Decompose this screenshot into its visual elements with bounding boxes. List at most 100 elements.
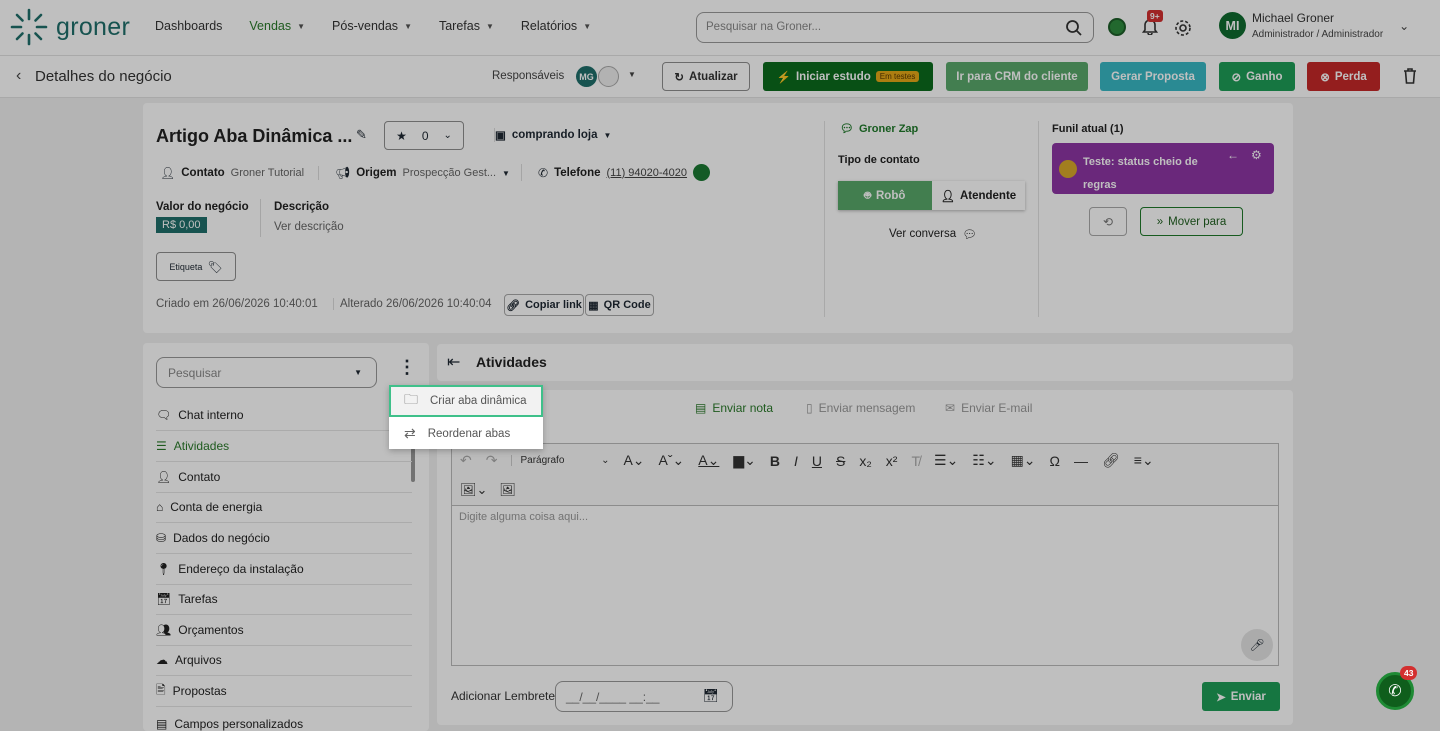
global-search[interactable]: Pesquisar na Groner...: [696, 12, 1094, 43]
sidebar-item-label: Endereço da instalação: [178, 562, 304, 576]
editor-toolbar: ↶ ↷ Parágrafo ⌄ A⌄ Aˇ⌄ A⌄ ▆⌄ B I U S x₂ x…: [452, 444, 1278, 506]
nav-vendas[interactable]: Vendas ▼: [249, 19, 305, 33]
editor-placeholder[interactable]: Digite alguma coisa aqui...: [459, 511, 588, 523]
stage-select[interactable]: ▣ comprando loja ▼: [494, 128, 611, 142]
back-arrow-icon[interactable]: ‹: [16, 67, 21, 85]
megaphone-icon: 📢︎: [335, 166, 351, 180]
link-icon[interactable]: 🔗︎: [1102, 452, 1120, 469]
collapse-left-icon[interactable]: ⇤: [447, 352, 460, 372]
groner-zap-link[interactable]: 💬︎ Groner Zap: [840, 122, 918, 136]
sidebar-item-conta-energia[interactable]: ⌂ Conta de energia: [156, 492, 412, 523]
arrow-left-icon[interactable]: ←: [1227, 148, 1239, 162]
ganho-button[interactable]: ⊘ Ganho: [1219, 62, 1295, 91]
perda-button[interactable]: ⊗ Perda: [1307, 62, 1380, 91]
italic-icon[interactable]: I: [794, 453, 798, 469]
sidebar-item-chat-interno[interactable]: 🗨︎ Chat interno: [156, 400, 412, 431]
numbered-list-icon[interactable]: ☷⌄: [972, 452, 996, 469]
tab-enviar-mensagem[interactable]: ▯ Enviar mensagem: [806, 401, 915, 415]
sidebar-search[interactable]: Pesquisar ▼: [156, 357, 377, 388]
tab-enviar-email[interactable]: ✉ Enviar E-mail: [945, 401, 1032, 415]
sidebar-item-campos[interactable]: ▤ Campos personalizados: [156, 707, 412, 731]
sidebar-item-arquivos[interactable]: ☁ Arquivos: [156, 645, 412, 676]
sidebar-item-atividades[interactable]: ☰ Atividades: [156, 431, 412, 462]
lembrete-datetime-input[interactable]: __/__/____ __:__ 📅︎: [555, 681, 733, 712]
atualizar-button[interactable]: ↻ Atualizar: [662, 62, 750, 91]
image-manager-icon[interactable]: 🖼︎: [499, 482, 516, 498]
table-icon[interactable]: ▦⌄: [1011, 452, 1036, 469]
copiar-link-button[interactable]: 🔗︎ Copiar link: [504, 294, 584, 316]
font-size-icon[interactable]: A⌄: [623, 452, 644, 469]
sidebar-item-dados-negocio[interactable]: ⛁ Dados do negócio: [156, 523, 412, 554]
nav-pos-vendas[interactable]: Pós-vendas ▼: [332, 19, 412, 33]
alterado-text: Alterado 26/06/2026 10:40:04: [333, 298, 492, 310]
undo-icon[interactable]: ↶: [460, 452, 472, 469]
field-value: Prospecção Gest...: [402, 167, 497, 179]
horizontal-line-icon[interactable]: —: [1074, 453, 1088, 469]
calendar-icon[interactable]: 📅︎: [702, 688, 719, 704]
whatsapp-fab[interactable]: ✆ 43: [1376, 666, 1418, 710]
bot-icon[interactable]: [1108, 18, 1126, 36]
enviar-button[interactable]: ➤ Enviar: [1202, 682, 1280, 711]
underline-icon[interactable]: U: [812, 453, 822, 469]
origem-field[interactable]: 📢︎ Origem Prospecção Gest... ▼: [318, 166, 510, 180]
redo-icon[interactable]: ↷: [486, 452, 498, 469]
special-char-icon[interactable]: Ω: [1050, 453, 1060, 469]
strikethrough-icon[interactable]: S: [836, 453, 845, 469]
sidebar-item-contato[interactable]: 👤︎ Contato: [156, 462, 412, 493]
insert-image-icon[interactable]: 🖼︎⌄: [460, 482, 487, 498]
nav-dashboards[interactable]: Dashboards: [155, 19, 222, 33]
atendente-toggle[interactable]: 👤︎ Atendente: [931, 181, 1025, 210]
microphone-button[interactable]: 🎤︎: [1241, 629, 1273, 661]
responsavel-avatar[interactable]: MG: [576, 66, 597, 87]
field-value[interactable]: Groner Tutorial: [231, 167, 304, 179]
tab-enviar-nota[interactable]: ▤ Enviar nota: [695, 401, 773, 415]
user-menu[interactable]: MI Michael Groner Administrador / Admini…: [1219, 11, 1409, 40]
iniciar-estudo-button[interactable]: ⚡ Iniciar estudo Em testes: [763, 62, 933, 91]
gear-icon[interactable]: [1174, 19, 1192, 37]
history-button[interactable]: ⟲: [1089, 207, 1127, 236]
paragraph-select[interactable]: Parágrafo ⌄: [511, 455, 609, 466]
nav-tarefas[interactable]: Tarefas ▼: [439, 19, 494, 33]
mover-para-button[interactable]: » Mover para: [1140, 207, 1243, 236]
search-icon[interactable]: [1065, 19, 1083, 37]
gerar-proposta-button[interactable]: Gerar Proposta: [1100, 62, 1206, 91]
funnel-card[interactable]: Teste: status cheio de regras ← ⚙: [1052, 143, 1274, 194]
caret-down-icon[interactable]: ▼: [628, 70, 636, 79]
sidebar-item-endereco[interactable]: 📍︎ Endereço da instalação: [156, 554, 412, 585]
clear-format-icon[interactable]: T̸: [911, 453, 920, 469]
gear-icon[interactable]: ⚙: [1251, 148, 1262, 162]
sidebar-item-propostas[interactable]: 🖹 Propostas: [156, 676, 412, 707]
add-responsavel-icon[interactable]: [598, 66, 619, 87]
whatsapp-icon[interactable]: [693, 164, 711, 181]
ver-conversa-link[interactable]: Ver conversa 💬︎: [889, 227, 977, 241]
phone-icon: ✆: [538, 165, 549, 180]
etiqueta-button[interactable]: Etiqueta 🏷︎: [156, 252, 236, 281]
font-style-icon[interactable]: Aˇ⌄: [659, 452, 685, 469]
subscript-icon[interactable]: x₂: [859, 453, 871, 469]
activities-panel: ▤ Enviar nota ▯ Enviar mensagem ✉ Enviar E-…: [437, 390, 1293, 725]
nav-relatorios[interactable]: Relatórios ▼: [521, 19, 591, 33]
edit-pencil-icon[interactable]: ✎: [356, 127, 367, 143]
reordenar-abas-item[interactable]: ⇄ Reordenar abas: [389, 418, 543, 449]
sidebar-options-dropdown: 🗀 Criar aba dinâmica ⇄ Reordenar abas: [389, 385, 543, 449]
kebab-menu-icon[interactable]: ⋮: [398, 358, 416, 376]
sidebar-item-orcamentos[interactable]: 👥︎ Orçamentos: [156, 615, 412, 646]
notifications-button[interactable]: 9+: [1141, 10, 1163, 38]
valor-badge[interactable]: R$ 0,00: [156, 217, 207, 233]
align-icon[interactable]: ≡⌄: [1134, 452, 1154, 469]
bullet-list-icon[interactable]: ☰⌄: [934, 452, 958, 469]
qr-code-button[interactable]: ▦ QR Code: [585, 294, 654, 316]
sidebar-item-tarefas[interactable]: 📅︎ Tarefas: [156, 584, 412, 615]
descricao-link[interactable]: Ver descrição: [274, 221, 344, 233]
robo-toggle[interactable]: 🤖︎ Robô: [838, 181, 932, 210]
trash-icon[interactable]: [1403, 68, 1417, 84]
superscript-icon[interactable]: x²: [886, 453, 898, 469]
rating-select[interactable]: ★ 0 ⌄: [384, 121, 464, 150]
criar-aba-dinamica-item[interactable]: 🗀 Criar aba dinâmica: [389, 385, 543, 417]
crm-button[interactable]: Ir para CRM do cliente: [946, 62, 1088, 91]
highlight-icon[interactable]: ▆⌄: [733, 452, 756, 469]
phone-link[interactable]: (11) 94020-4020: [607, 167, 688, 179]
logo[interactable]: groner: [10, 8, 130, 46]
font-color-icon[interactable]: A⌄: [698, 452, 719, 469]
bold-icon[interactable]: B: [770, 453, 780, 469]
